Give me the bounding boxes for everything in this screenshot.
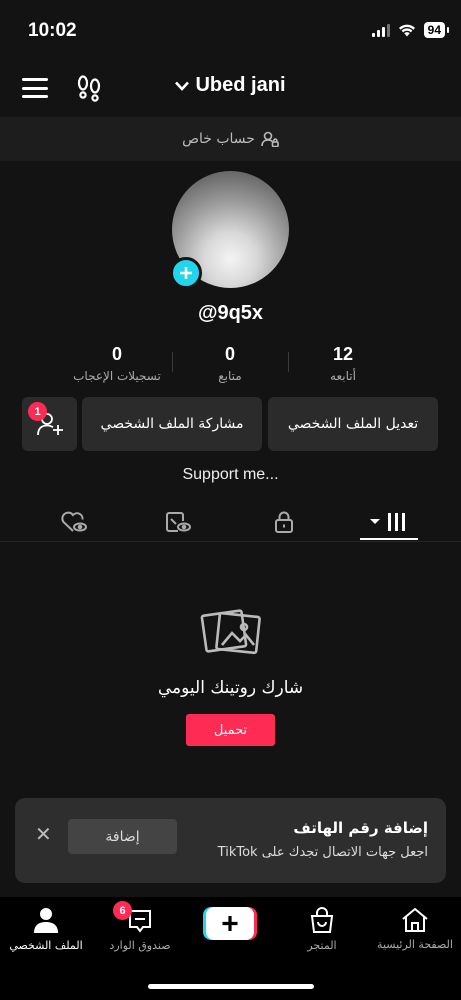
lock-icon xyxy=(275,511,293,533)
status-time: 10:02 xyxy=(28,20,77,41)
photos-icon xyxy=(200,605,262,661)
nav-shop[interactable]: المتجر xyxy=(276,897,368,967)
nav-profile-label: الملف الشخصي xyxy=(9,939,83,952)
active-tab-indicator xyxy=(360,538,418,540)
profile-icon xyxy=(34,908,58,933)
status-icons: 94 xyxy=(371,22,450,38)
private-account-bar[interactable]: حساب خاص xyxy=(0,117,461,161)
home-indicator xyxy=(148,984,314,989)
nav-inbox[interactable]: صندوق الوارد xyxy=(94,897,186,967)
private-account-label: حساب خاص xyxy=(182,131,255,147)
grid-sort-icon xyxy=(370,513,405,531)
private-user-icon xyxy=(261,131,279,147)
stat-label: تسجيلات الإعجاب xyxy=(73,369,161,383)
reposts-tab[interactable] xyxy=(148,503,208,541)
tabs-divider xyxy=(0,541,461,542)
nav-home-label: الصفحة الرئيسية xyxy=(377,938,453,951)
stat-followers[interactable]: 0 متابع xyxy=(165,344,295,383)
heart-eye-icon xyxy=(61,511,87,532)
profile-handle: @9q5x xyxy=(197,302,264,324)
battery-level: 94 xyxy=(423,22,450,38)
add-phone-card: إضافة رقم الهاتف اجعل جهات الاتصال تجدك … xyxy=(15,798,446,883)
bio-text: Support me... xyxy=(182,466,279,483)
upload-button[interactable]: تحميل xyxy=(186,714,275,746)
liked-tab[interactable] xyxy=(44,503,104,541)
stat-following[interactable]: 12 أتابعه xyxy=(278,344,408,383)
add-avatar-button[interactable] xyxy=(170,257,202,289)
plus-icon xyxy=(180,267,192,279)
stat-label: متابع xyxy=(218,369,242,383)
private-tab[interactable] xyxy=(254,503,314,541)
saved-eye-icon xyxy=(166,512,191,532)
wifi-icon xyxy=(398,24,415,36)
empty-state-title: شارك روتينك اليومي xyxy=(157,678,304,698)
shopping-bag-icon xyxy=(310,907,334,933)
inbox-badge: 6 xyxy=(113,901,132,920)
add-friends-badge: 1 xyxy=(28,402,47,421)
share-profile-button[interactable]: مشاركة الملف الشخصي xyxy=(82,397,262,451)
add-phone-subtitle: اجعل جهات الاتصال تجدك على TikTok xyxy=(217,845,428,860)
add-phone-title: إضافة رقم الهاتف xyxy=(293,819,428,837)
videos-tab[interactable] xyxy=(359,503,419,541)
username: Ubed jani xyxy=(195,74,286,96)
add-phone-button[interactable]: إضافة xyxy=(68,819,177,854)
nav-profile[interactable]: الملف الشخصي xyxy=(0,897,92,967)
stat-label: أتابعه xyxy=(330,369,356,383)
close-icon[interactable]: ✕ xyxy=(35,822,52,846)
nav-home[interactable]: الصفحة الرئيسية xyxy=(369,897,461,967)
nav-inbox-label: صندوق الوارد xyxy=(109,939,171,952)
stat-value: 0 xyxy=(224,344,235,364)
stat-value: 0 xyxy=(111,344,122,364)
account-switcher[interactable]: Ubed jani xyxy=(0,74,461,97)
edit-profile-button[interactable]: تعديل الملف الشخصي xyxy=(268,397,438,451)
nav-shop-label: المتجر xyxy=(307,939,337,952)
home-icon xyxy=(402,907,428,932)
create-button[interactable] xyxy=(203,907,257,940)
stat-likes[interactable]: 0 تسجيلات الإعجاب xyxy=(52,344,182,383)
chevron-down-icon xyxy=(175,81,190,91)
cellular-signal-icon xyxy=(371,23,390,37)
stat-value: 12 xyxy=(332,344,354,364)
